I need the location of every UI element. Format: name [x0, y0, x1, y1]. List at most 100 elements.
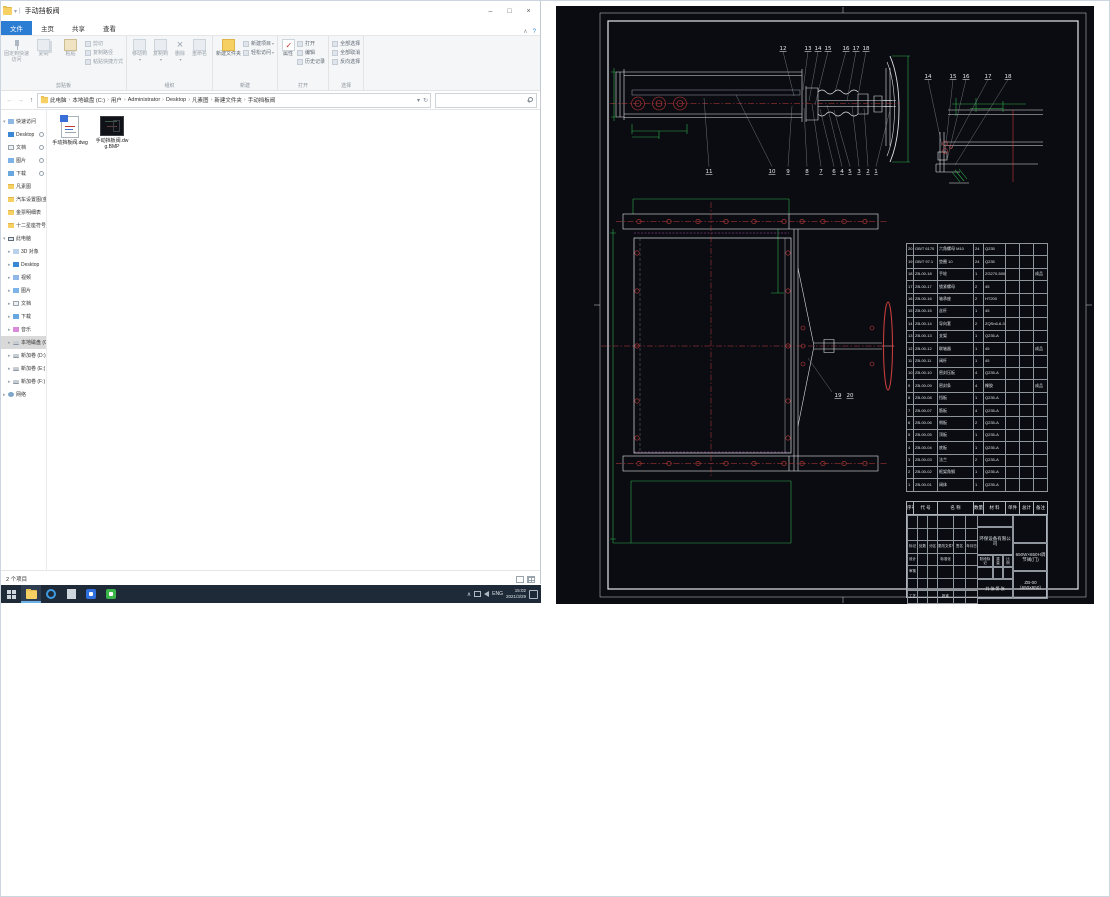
close-button[interactable]: × — [519, 2, 538, 20]
easy-access-button[interactable]: 轻松访问 ▾ — [243, 48, 274, 57]
start-button[interactable] — [1, 585, 21, 603]
open-button[interactable]: 打开 — [297, 39, 325, 48]
copy-path-button[interactable]: 复制路径 — [85, 48, 123, 57]
language-indicator[interactable]: ENG — [492, 591, 503, 597]
breadcrumb-users[interactable]: 用户 — [110, 96, 123, 104]
tab-share[interactable]: 共享 — [63, 21, 94, 35]
sidebar-network[interactable]: ▸ 网络 — [1, 388, 46, 401]
tab-file[interactable]: 文件 — [1, 21, 32, 35]
sidebar-item-3d-objects[interactable]: ▸ 3D 对象 — [1, 245, 46, 258]
select-all-button[interactable]: 全部选择 — [332, 39, 360, 48]
details-view-toggle[interactable] — [516, 575, 524, 583]
sidebar-item-pc-downloads[interactable]: ▸ 下载 — [1, 310, 46, 323]
invert-selection-button[interactable]: 反向选择 — [332, 57, 360, 66]
taskbar-browser-button[interactable] — [41, 585, 61, 603]
sidebar-item-drive-c[interactable]: ▸本地磁盘 (C:) — [1, 336, 46, 349]
sidebar-item-music[interactable]: ▸ 音乐 — [1, 323, 46, 336]
sidebar-item-pc-desktop[interactable]: ▸ Desktop — [1, 258, 46, 271]
up-button[interactable]: ↑ — [26, 97, 37, 104]
sidebar-item-drive-d[interactable]: ▸ 新加卷 (D:) — [1, 349, 46, 362]
new-folder-button[interactable]: 新建文件夹 — [215, 37, 242, 58]
desktop-icon — [13, 262, 19, 267]
sidebar-item-pc-pictures[interactable]: ▸ 图片 — [1, 284, 46, 297]
pin-icon — [39, 158, 44, 163]
paste-button[interactable]: 粘贴 — [57, 37, 84, 58]
refresh-icon[interactable]: ↻ — [423, 97, 428, 104]
copy-to-button[interactable]: 复制到 ▾ — [150, 37, 171, 62]
file-name: 手动挡板阀.dwg — [52, 140, 88, 146]
sidebar-item-videos[interactable]: ▸ 视频 — [1, 271, 46, 284]
sidebar-item-desktop[interactable]: Desktop — [1, 128, 46, 141]
address-dropdown-icon[interactable]: ▾ — [417, 97, 420, 104]
rename-button[interactable]: 重命名 — [189, 37, 210, 58]
properties-button[interactable]: ✓ 属性 — [280, 37, 296, 58]
quick-access-toolbar[interactable]: ▾ | — [3, 6, 21, 15]
copy-path-icon — [85, 49, 91, 56]
help-icon[interactable]: ? — [533, 29, 536, 35]
paste-shortcut-button[interactable]: 粘贴快捷方式 — [85, 57, 123, 66]
back-button[interactable]: ← — [4, 97, 15, 104]
tray-expand-icon[interactable]: ∧ — [467, 591, 471, 598]
search-input[interactable] — [435, 92, 537, 108]
breadcrumb-desktop[interactable]: Desktop — [165, 97, 187, 103]
new-item-button[interactable]: 新建项目 ▾ — [243, 39, 274, 48]
svg-text:18: 18 — [1005, 74, 1012, 80]
sidebar-item-folder-3[interactable]: 金票明细表 — [1, 206, 46, 219]
file-item-dwg[interactable]: 手动挡板阀.dwg — [51, 115, 89, 146]
cut-button[interactable]: 剪切 — [85, 39, 123, 48]
sidebar-item-folder-2[interactable]: 汽车设置图(金票) — [1, 193, 46, 206]
copy-icon — [37, 39, 50, 51]
location-icon — [40, 96, 49, 104]
scale-value — [1003, 567, 1013, 579]
thumbnail-view-toggle[interactable] — [527, 575, 535, 583]
videos-icon — [13, 275, 19, 280]
sidebar-item-drive-f[interactable]: ▸ 新加卷 (F:) — [1, 375, 46, 388]
forward-button[interactable]: → — [15, 97, 26, 104]
taskbar-explorer-button[interactable] — [21, 585, 41, 603]
file-item-bmp[interactable]: 手动挡板阀.dwg.BMP — [93, 116, 131, 150]
pin-to-quick-access-button[interactable]: 固定到快速访问 — [3, 37, 30, 64]
tab-view[interactable]: 查看 — [94, 21, 125, 35]
drive-icon — [13, 366, 19, 371]
taskbar-app-button-1[interactable] — [61, 585, 81, 603]
breadcrumb-folder-2[interactable]: 新建文件夹 — [213, 96, 243, 104]
copy-button[interactable]: 复制 — [30, 37, 57, 58]
history-button[interactable]: 历史记录 — [297, 57, 325, 66]
paste-icon — [64, 39, 77, 51]
address-bar[interactable]: 此电脑 › 本地磁盘 (C:) › 用户 › Administrator › Deskt… — [37, 92, 431, 108]
sidebar-item-folder-1[interactable]: 凡素图 — [1, 180, 46, 193]
move-to-button[interactable]: 移动到 ▾ — [129, 37, 150, 62]
group-label-open: 打开 — [298, 83, 309, 89]
sidebar-item-pc-documents[interactable]: ▸ 文档 — [1, 297, 46, 310]
edit-button[interactable]: 编辑 — [297, 48, 325, 57]
sidebar-item-documents[interactable]: 文档 — [1, 141, 46, 154]
sidebar-item-drive-e[interactable]: ▸ 新加卷 (E:) — [1, 362, 46, 375]
tab-home[interactable]: 主页 — [32, 21, 63, 35]
sidebar-item-folder-4[interactable]: 十二星座符号 — [1, 219, 46, 232]
volume-icon[interactable] — [484, 591, 490, 597]
notification-center-icon[interactable] — [529, 589, 538, 599]
taskbar-app-button-2[interactable] — [81, 585, 101, 603]
qat-customize-arrow-icon[interactable]: ▾ — [14, 8, 17, 15]
clock[interactable]: 15:02 2021/3/29 — [506, 588, 526, 599]
maximize-button[interactable]: □ — [500, 2, 519, 20]
sidebar-item-downloads[interactable]: 下载 — [1, 167, 46, 180]
svg-text:1: 1 — [874, 169, 878, 175]
breadcrumb-administrator[interactable]: Administrator — [127, 97, 161, 103]
sidebar-item-pictures[interactable]: 图片 — [1, 154, 46, 167]
drive-icon — [13, 353, 19, 358]
ribbon-collapse-icon[interactable]: ∧ — [523, 28, 527, 35]
open-icon — [297, 40, 304, 47]
display-icon[interactable] — [474, 591, 482, 597]
minimize-button[interactable]: – — [481, 2, 500, 20]
sidebar-this-pc[interactable]: ▾ 此电脑 — [1, 232, 46, 245]
select-none-button[interactable]: 全部取消 — [332, 48, 360, 57]
sidebar-quick-access[interactable]: ▾ 快速访问 — [1, 115, 46, 128]
breadcrumb-this-pc[interactable]: 此电脑 — [49, 96, 68, 104]
new-item-icon — [243, 40, 250, 47]
breadcrumb-drive-c[interactable]: 本地磁盘 (C:) — [71, 96, 106, 104]
delete-button[interactable]: × 删除 ▾ — [171, 37, 189, 62]
breadcrumb-folder-1[interactable]: 凡素图 — [191, 96, 210, 104]
taskbar-app-button-3[interactable] — [101, 585, 121, 603]
breadcrumb-current[interactable]: 手动挡板阀 — [247, 96, 277, 104]
